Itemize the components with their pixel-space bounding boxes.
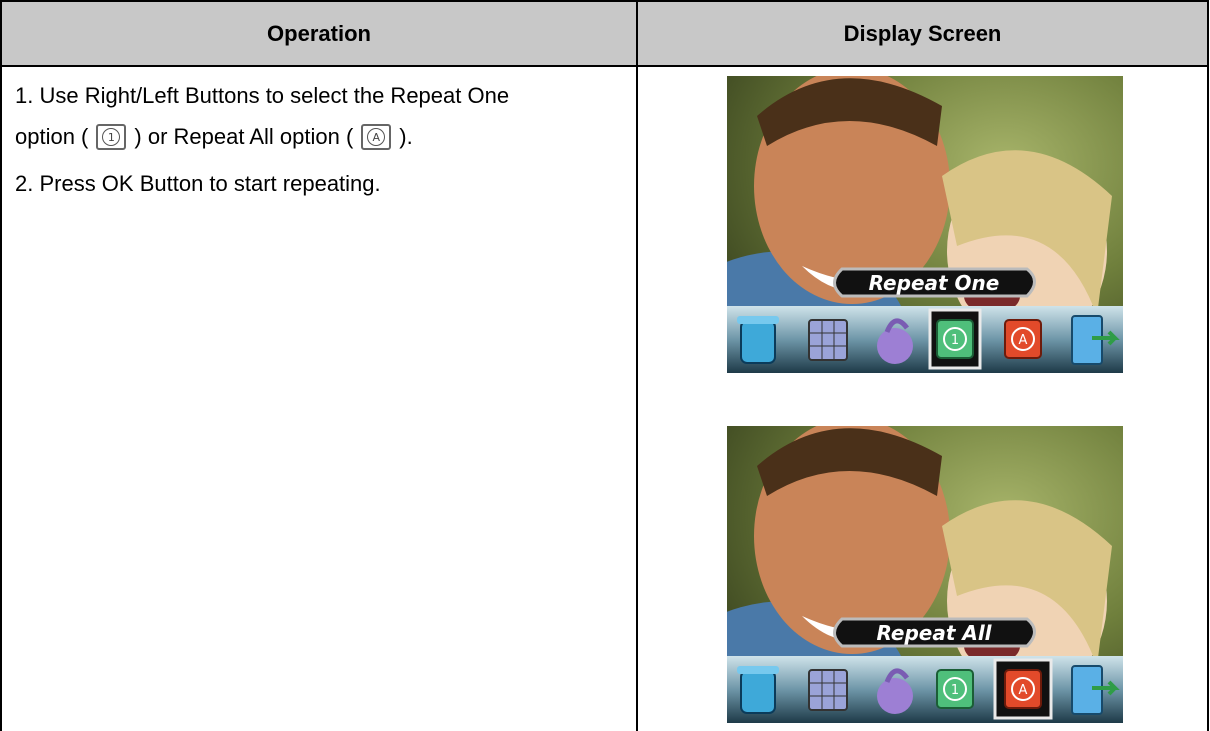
operation-steps: 1. Use Right/Left Buttons to select the … [15, 75, 630, 204]
step-2: 2. Press OK Button to start repeating. [15, 163, 630, 204]
thumbnail-grid-icon[interactable] [808, 319, 848, 361]
step-1-line-2: option ( 1 ) or Repeat All option ( A ). [15, 116, 630, 157]
step-2-text: 2. Press OK Button to start repeating. [15, 171, 381, 196]
header-divider [0, 65, 1209, 67]
screen-graphic: Repeat All 1 A [727, 426, 1123, 723]
display-screen-repeat-all: Repeat All 1 A [727, 426, 1123, 723]
screen-graphic: Repeat One 1 A [727, 76, 1123, 373]
repeat-all-icon[interactable]: A [993, 658, 1053, 720]
repeat-all-icon[interactable]: A [1004, 319, 1042, 359]
svg-text:A: A [1019, 333, 1028, 348]
step-1-option-close: ). [399, 124, 413, 149]
table-left-border [0, 0, 2, 731]
step-1-line-1: 1. Use Right/Left Buttons to select the … [15, 75, 630, 116]
icon-toolbar [727, 656, 1123, 723]
display-screen-repeat-one: Repeat One 1 A [727, 76, 1123, 373]
trash-icon[interactable] [737, 316, 779, 364]
header-display-screen: Display Screen [638, 2, 1207, 65]
column-divider [636, 0, 638, 731]
step-1-option-open: option ( [15, 124, 89, 149]
repeat-all-symbol-icon: A [361, 123, 392, 150]
step-1-option-middle: ) or Repeat All option ( [134, 124, 354, 149]
thumbnail-grid-icon[interactable] [808, 669, 848, 711]
icon-toolbar [727, 306, 1123, 373]
svg-text:A: A [1019, 683, 1028, 698]
svg-text:1: 1 [951, 683, 959, 698]
instruction-table: Operation Display Screen 1. Use Right/Le… [0, 0, 1209, 731]
repeat-one-symbol-icon: 1 [96, 123, 127, 150]
screen-label: Repeat All [876, 621, 992, 645]
svg-text:1: 1 [951, 333, 959, 348]
trash-icon[interactable] [737, 666, 779, 714]
repeat-one-icon[interactable]: 1 [928, 308, 982, 370]
header-operation: Operation [2, 2, 636, 65]
table-right-border [1207, 0, 1209, 731]
step-1-text: 1. Use Right/Left Buttons to select the … [15, 83, 510, 108]
repeat-one-symbol-glyph: 1 [102, 127, 121, 146]
screen-label: Repeat One [869, 271, 1000, 295]
repeat-one-icon[interactable]: 1 [936, 669, 974, 709]
repeat-all-symbol-glyph: A [367, 127, 386, 146]
